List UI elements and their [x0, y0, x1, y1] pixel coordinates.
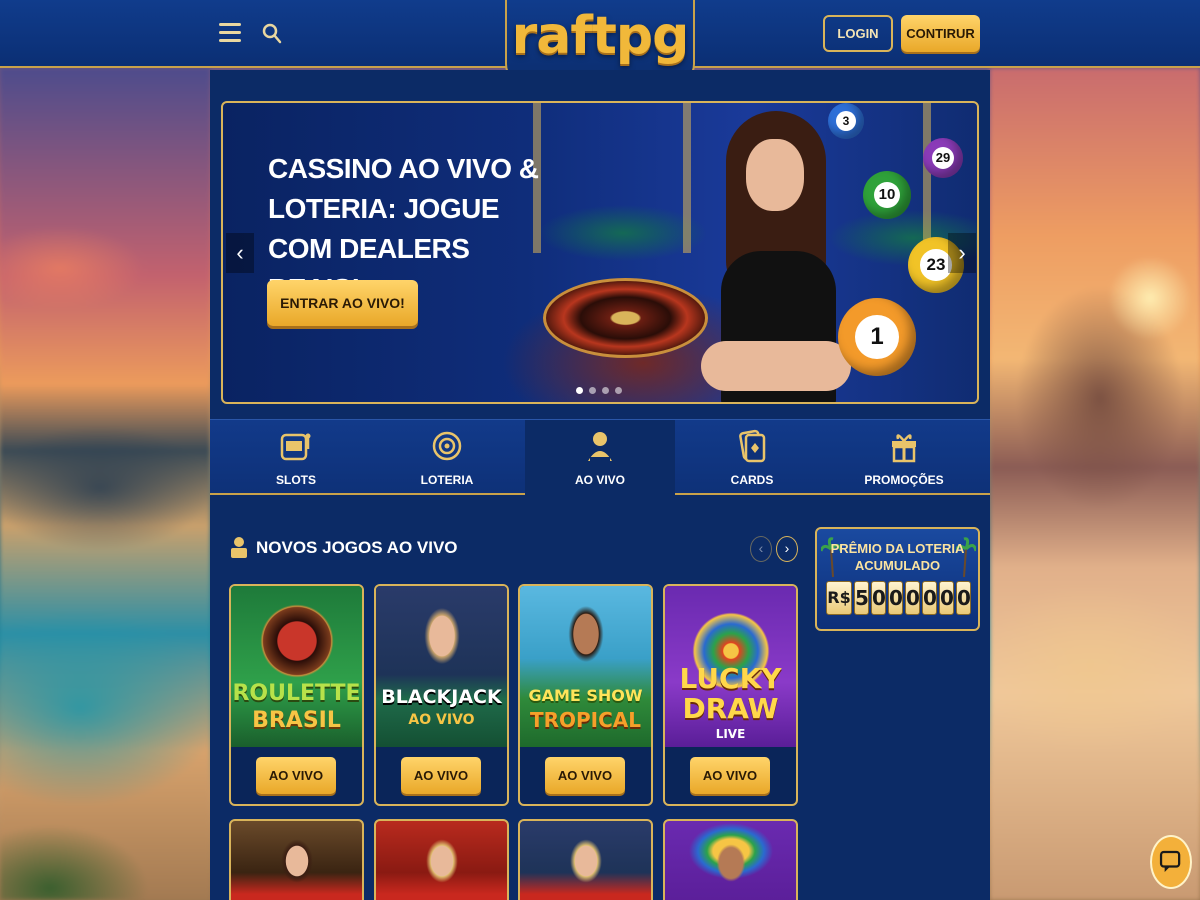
play-live-button[interactable]: AO VIVO — [690, 757, 770, 794]
game-card-game-show-tropical[interactable]: GAME SHOW TROPICAL AO VIVO — [518, 584, 653, 806]
jackpot-digit: 0 — [905, 581, 920, 615]
category-cards[interactable]: CARDS — [677, 420, 827, 495]
lottery-jackpot-widget[interactable]: PRÊMIO DA LOTERIA ACUMULADO R$ 5 0 0 0 0… — [815, 527, 980, 631]
background-right-sunset — [990, 68, 1200, 900]
category-live[interactable]: AO VIVO — [525, 420, 675, 495]
category-label: SLOTS — [275, 473, 316, 487]
jackpot-currency: R$ — [826, 581, 852, 615]
lottery-icon — [432, 431, 462, 461]
category-lottery[interactable]: LOTERIA — [372, 420, 522, 495]
section-title: NOVOS JOGOS AO VIVO — [256, 538, 458, 557]
jackpot-digit: 5 — [854, 581, 869, 615]
category-label: AO VIVO — [574, 473, 625, 487]
game-subtitle: TROPICAL — [529, 708, 642, 732]
login-button[interactable]: LOGIN — [823, 15, 893, 52]
game-tag: LIVE — [715, 727, 746, 741]
lottery-ball: 3 — [828, 103, 864, 139]
jackpot-amount: R$ 5 0 0 0 0 0 0 — [825, 581, 972, 617]
lottery-ball: 1 — [838, 298, 916, 376]
game-title: BLACKJACK — [381, 686, 502, 708]
game-subtitle: DRAW — [682, 692, 779, 725]
background-left-beach — [0, 68, 210, 900]
hamburger-menu-icon[interactable] — [219, 23, 241, 43]
jackpot-digit: 0 — [939, 581, 954, 615]
section-prev-button[interactable]: ‹ — [750, 536, 772, 562]
hero-prev-arrow[interactable]: ‹ — [226, 233, 254, 273]
search-icon[interactable] — [262, 23, 282, 45]
live-dealer-icon — [588, 432, 612, 461]
live-chat-button[interactable] — [1150, 835, 1192, 889]
hero-banner[interactable]: CASSINO AO VIVO & LOTERIA: JOGUE COM DEA… — [221, 101, 979, 404]
lottery-ball: 29 — [923, 138, 963, 178]
game-title: LUCKY — [679, 662, 782, 695]
play-live-button[interactable]: AO VIVO — [545, 757, 625, 794]
category-bar: SLOTS LOTERIA AO VIVO CARDS PROMOÇÕES — [210, 419, 990, 495]
main-content: CASSINO AO VIVO & LOTERIA: JOGUE COM DEA… — [210, 70, 990, 900]
jackpot-digit: 0 — [922, 581, 937, 615]
category-slots[interactable]: SLOTS — [221, 420, 371, 495]
site-logo[interactable]: raftpg — [507, 6, 693, 66]
chat-icon — [1159, 850, 1181, 872]
section-next-button[interactable]: › — [776, 536, 798, 562]
carousel-dot[interactable] — [576, 387, 583, 394]
hero-next-arrow[interactable]: › — [948, 233, 976, 273]
carousel-dots — [576, 381, 628, 399]
jackpot-digit: 0 — [871, 581, 886, 615]
live-dealer-icon — [231, 537, 247, 558]
lottery-ball: 10 — [863, 171, 911, 219]
gift-icon — [892, 434, 916, 463]
play-live-button[interactable]: AO VIVO — [256, 757, 336, 794]
cards-icon — [739, 429, 766, 463]
roulette-wheel-image — [543, 278, 708, 358]
play-live-button[interactable]: AO VIVO — [401, 757, 481, 794]
game-subtitle: BRASIL — [252, 708, 341, 733]
category-promotions[interactable]: PROMOÇÕES — [829, 420, 979, 495]
game-card[interactable] — [374, 819, 509, 900]
signup-button[interactable]: CONTIRUR — [901, 15, 980, 52]
jackpot-digit: 0 — [888, 581, 903, 615]
dealer-image — [701, 111, 851, 402]
game-card[interactable] — [663, 819, 798, 900]
game-title: ROULETTE — [232, 681, 361, 706]
game-card-blackjack[interactable]: BLACKJACK AO VIVO AO VIVO — [374, 584, 509, 806]
category-label: LOTERIA — [420, 473, 474, 487]
game-title: GAME SHOW — [528, 686, 643, 705]
carousel-dot[interactable] — [589, 387, 596, 394]
curtain-trim — [683, 103, 691, 253]
curtain-trim — [923, 103, 931, 253]
carousel-dot[interactable] — [602, 387, 609, 394]
slots-icon — [280, 433, 311, 461]
game-subtitle: AO VIVO — [408, 712, 475, 728]
game-card[interactable] — [229, 819, 364, 900]
category-label: CARDS — [730, 473, 774, 487]
game-card-roulette-brasil[interactable]: ROULETTE BRASIL AO VIVO — [229, 584, 364, 806]
jackpot-title: PRÊMIO DA LOTERIA ACUMULADO — [830, 541, 965, 573]
game-card[interactable] — [518, 819, 653, 900]
category-label: PROMOÇÕES — [864, 473, 944, 487]
jackpot-digit: 0 — [956, 581, 971, 615]
carousel-dot[interactable] — [615, 387, 622, 394]
game-card-lucky-draw[interactable]: LUCKY DRAW LIVE AO VIVO — [663, 584, 798, 806]
enter-live-button[interactable]: ENTRAR AO VIVO! — [267, 280, 418, 326]
